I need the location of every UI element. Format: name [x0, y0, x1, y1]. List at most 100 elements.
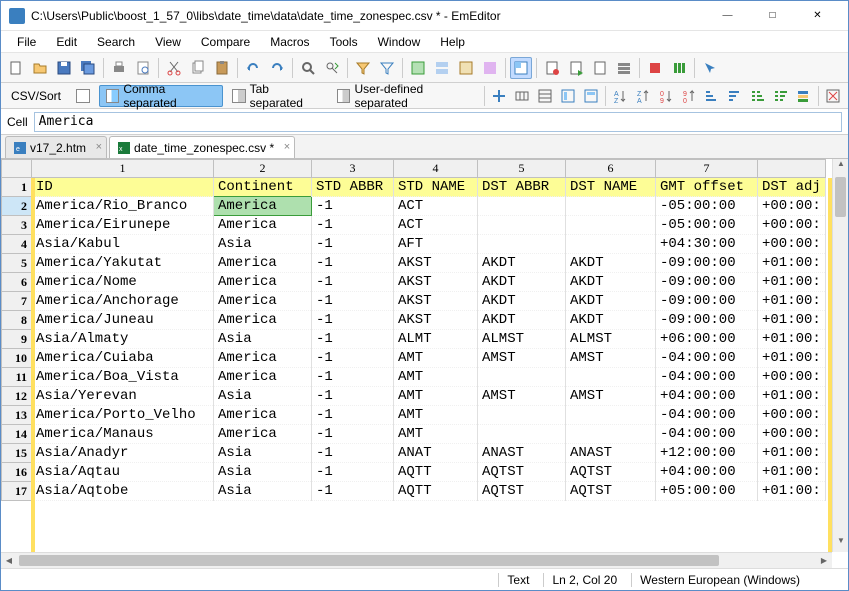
cell[interactable]: America	[214, 273, 312, 292]
save-button[interactable]	[53, 57, 75, 79]
cell[interactable]	[478, 406, 566, 425]
file-tab-1[interactable]: xdate_time_zonespec.csv *×	[109, 136, 295, 158]
horizontal-scrollbar[interactable]: ◀ ▶	[1, 552, 832, 568]
normal-mode-button[interactable]	[69, 85, 97, 107]
cell[interactable]: ACT	[394, 216, 478, 235]
cell[interactable]: -04:00:00	[656, 349, 758, 368]
cell[interactable]: Asia/Aqtobe	[32, 482, 214, 501]
column-header-5[interactable]: 5	[478, 160, 566, 178]
header-cell[interactable]: DST adj	[758, 178, 826, 197]
corner-header[interactable]	[2, 160, 32, 178]
sort-words-asc-button[interactable]	[747, 85, 768, 107]
cell[interactable]	[478, 425, 566, 444]
cell[interactable]: AFT	[394, 235, 478, 254]
cell[interactable]: -1	[312, 463, 394, 482]
cell[interactable]: America	[214, 216, 312, 235]
menu-view[interactable]: View	[147, 33, 189, 51]
cell[interactable]: America/Eirunepe	[32, 216, 214, 235]
view-button-1[interactable]	[407, 57, 429, 79]
cell[interactable]: America/Yakutat	[32, 254, 214, 273]
cell-mode-button[interactable]	[510, 57, 532, 79]
vertical-scroll-thumb[interactable]	[835, 177, 846, 217]
new-file-button[interactable]	[5, 57, 27, 79]
cell[interactable]: -1	[312, 349, 394, 368]
cell[interactable]: AKST	[394, 273, 478, 292]
cell[interactable]: America/Cuiaba	[32, 349, 214, 368]
cell[interactable]: -05:00:00	[656, 216, 758, 235]
sort-09-button[interactable]: 09	[656, 85, 677, 107]
cell[interactable]: +00:00:	[758, 406, 826, 425]
file-tab-0[interactable]: ev17_2.htm×	[5, 136, 107, 158]
column-header-2[interactable]: 2	[214, 160, 312, 178]
scroll-down-arrow[interactable]: ▼	[833, 536, 848, 552]
row-header-11[interactable]: 11	[2, 368, 32, 387]
row-header-8[interactable]: 8	[2, 311, 32, 330]
arrow-tool-button[interactable]	[699, 57, 721, 79]
row-header-5[interactable]: 5	[2, 254, 32, 273]
cell[interactable]: +05:00:00	[656, 482, 758, 501]
comma-separated-button[interactable]: Comma separated	[99, 85, 223, 107]
cell[interactable]: America	[214, 349, 312, 368]
menu-search[interactable]: Search	[89, 33, 143, 51]
cell[interactable]: AQTT	[394, 463, 478, 482]
cell[interactable]: -09:00:00	[656, 311, 758, 330]
cell[interactable]: America	[214, 311, 312, 330]
scroll-up-arrow[interactable]: ▲	[833, 159, 848, 175]
view-button-2[interactable]	[431, 57, 453, 79]
scroll-right-arrow[interactable]: ▶	[816, 553, 832, 568]
cell[interactable]: +01:00:	[758, 444, 826, 463]
column-header-3[interactable]: 3	[312, 160, 394, 178]
cell[interactable]: Asia/Anadyr	[32, 444, 214, 463]
cell[interactable]: America/Boa_Vista	[32, 368, 214, 387]
cell[interactable]: America	[214, 406, 312, 425]
row-header-10[interactable]: 10	[2, 349, 32, 368]
macro-dropdown-button[interactable]	[589, 57, 611, 79]
csv-tool-1[interactable]	[489, 85, 510, 107]
row-header-9[interactable]: 9	[2, 330, 32, 349]
cell[interactable]: America/Anchorage	[32, 292, 214, 311]
header-cell[interactable]: Continent	[214, 178, 312, 197]
delete-dup-button[interactable]	[823, 85, 844, 107]
cell[interactable]: America	[214, 197, 312, 216]
find-button[interactable]	[297, 57, 319, 79]
cell[interactable]: America	[214, 292, 312, 311]
print-button[interactable]	[108, 57, 130, 79]
cell[interactable]: AKDT	[478, 292, 566, 311]
menu-compare[interactable]: Compare	[193, 33, 258, 51]
view-button-3[interactable]	[455, 57, 477, 79]
cell[interactable]: -1	[312, 425, 394, 444]
cell[interactable]: America/Nome	[32, 273, 214, 292]
cell[interactable]: AMST	[478, 387, 566, 406]
cell[interactable]: AKST	[394, 292, 478, 311]
cell[interactable]: ANAT	[394, 444, 478, 463]
row-header-13[interactable]: 13	[2, 406, 32, 425]
sort-90-button[interactable]: 90	[679, 85, 700, 107]
column-header-4[interactable]: 4	[394, 160, 478, 178]
scroll-left-arrow[interactable]: ◀	[1, 553, 17, 568]
menu-help[interactable]: Help	[432, 33, 473, 51]
cell[interactable]: AKDT	[566, 254, 656, 273]
cell[interactable]: -1	[312, 273, 394, 292]
cell[interactable]: America/Porto_Velho	[32, 406, 214, 425]
redo-button[interactable]	[266, 57, 288, 79]
cell[interactable]: -1	[312, 406, 394, 425]
menu-macros[interactable]: Macros	[262, 33, 317, 51]
cell[interactable]: -1	[312, 387, 394, 406]
cell[interactable]: -04:00:00	[656, 368, 758, 387]
cell[interactable]	[566, 235, 656, 254]
cell[interactable]: -1	[312, 292, 394, 311]
cell[interactable]: +01:00:	[758, 482, 826, 501]
cell[interactable]: AQTST	[478, 463, 566, 482]
cell[interactable]: -1	[312, 311, 394, 330]
cell[interactable]: +04:00:00	[656, 387, 758, 406]
cell[interactable]: -1	[312, 482, 394, 501]
cell[interactable]: AMST	[566, 349, 656, 368]
save-all-button[interactable]	[77, 57, 99, 79]
cell[interactable]: AKST	[394, 311, 478, 330]
column-header-6[interactable]: 6	[566, 160, 656, 178]
cell[interactable]: ANAST	[478, 444, 566, 463]
cell[interactable]: America/Manaus	[32, 425, 214, 444]
sort-custom-button[interactable]	[793, 85, 814, 107]
cell[interactable]: AKDT	[566, 273, 656, 292]
cell[interactable]: AQTT	[394, 482, 478, 501]
